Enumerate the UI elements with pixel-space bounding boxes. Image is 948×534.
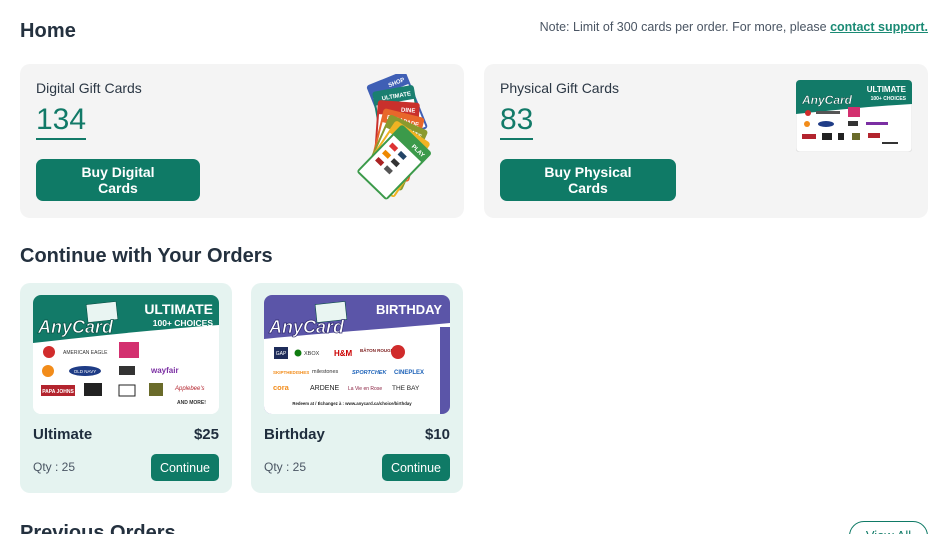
contact-support-link[interactable]: contact support. [830,20,928,34]
svg-text:AMERICAN EAGLE: AMERICAN EAGLE [63,350,108,356]
svg-text:ULTIMATE: ULTIMATE [867,85,907,94]
svg-text:SKIPTHEDISHES: SKIPTHEDISHES [273,370,309,375]
svg-text:AnyCard: AnyCard [801,93,853,107]
continue-ultimate-button[interactable]: Continue [150,454,219,481]
order-qty: Qty : 25 [33,460,76,474]
ultimate-card-image: AnyCard ULTIMATE 100+ CHOICES AMERICAN E… [33,295,219,414]
svg-text:Applebee's: Applebee's [174,386,205,392]
digital-gift-cards-label: Digital Gift Cards [36,80,142,96]
svg-text:AND MORE!: AND MORE! [177,400,206,406]
digital-gift-cards-panel: Digital Gift Cards 134 Buy Digital Cards… [20,64,464,218]
page-title: Home [20,20,76,42]
order-card-ultimate[interactable]: AnyCard ULTIMATE 100+ CHOICES AMERICAN E… [20,283,232,493]
svg-text:BÂTON ROUGE: BÂTON ROUGE [360,347,394,353]
continue-orders-title: Continue with Your Orders [20,245,273,267]
svg-text:AnyCard: AnyCard [268,317,345,337]
svg-text:La Vie en Rose: La Vie en Rose [348,386,382,392]
order-card-birthday[interactable]: AnyCard BIRTHDAY GAP XBOX H&M BÂTON ROUG… [251,283,463,493]
continue-birthday-button[interactable]: Continue [381,454,450,481]
svg-text:ARDENE: ARDENE [310,385,340,392]
order-price: $25 [193,426,219,443]
view-all-button[interactable]: View All [849,521,928,534]
order-name: Ultimate [33,426,93,443]
order-qty: Qty : 25 [264,460,307,474]
previous-orders-title: Previous Orders [20,522,176,534]
svg-text:cora: cora [273,383,290,392]
svg-text:OLD NAVY: OLD NAVY [74,369,96,374]
card-brand-text: AnyCard [37,317,114,337]
svg-text:100+ CHOICES: 100+ CHOICES [871,96,907,102]
birthday-card-image: AnyCard BIRTHDAY GAP XBOX H&M BÂTON ROUG… [264,295,450,414]
svg-text:CINEPLEX: CINEPLEX [394,370,424,376]
digital-cards-fan-illustration: SHOP ULTIMATE DINE ESCAPADE EATS [357,74,431,200]
svg-text:wayfair: wayfair [150,366,179,375]
svg-text:BIRTHDAY: BIRTHDAY [376,302,442,317]
svg-text:THE BAY: THE BAY [392,385,420,392]
order-price: $10 [424,426,450,443]
svg-text:ULTIMATE: ULTIMATE [144,301,213,317]
svg-text:PAPA JOHNS: PAPA JOHNS [42,389,74,395]
order-limit-note: Note: Limit of 300 cards per order. For … [540,20,928,34]
physical-gift-cards-panel: Physical Gift Cards 83 Buy Physical Card… [484,64,928,218]
svg-text:Redeem at / Échangez à : www.a: Redeem at / Échangez à : www.anycard.ca/… [292,401,412,406]
svg-text:GAP: GAP [276,351,287,357]
svg-text:100+ CHOICES: 100+ CHOICES [153,318,214,328]
physical-gift-cards-count[interactable]: 83 [500,102,534,140]
svg-text:XBOX: XBOX [304,351,320,357]
buy-digital-cards-button[interactable]: Buy Digital Cards [36,159,200,201]
physical-gift-cards-label: Physical Gift Cards [500,80,620,96]
order-name: Birthday [264,426,325,443]
svg-text:milestones: milestones [312,369,339,375]
svg-text:SPORTCHEK: SPORTCHEK [352,370,387,376]
svg-text:H&M: H&M [334,349,353,358]
physical-card-illustration: AnyCard ULTIMATE 100+ CHOICES [796,80,912,152]
buy-physical-cards-button[interactable]: Buy Physical Cards [500,159,676,201]
order-limit-note-text: Note: Limit of 300 cards per order. For … [539,20,831,34]
digital-gift-cards-count[interactable]: 134 [36,102,87,140]
